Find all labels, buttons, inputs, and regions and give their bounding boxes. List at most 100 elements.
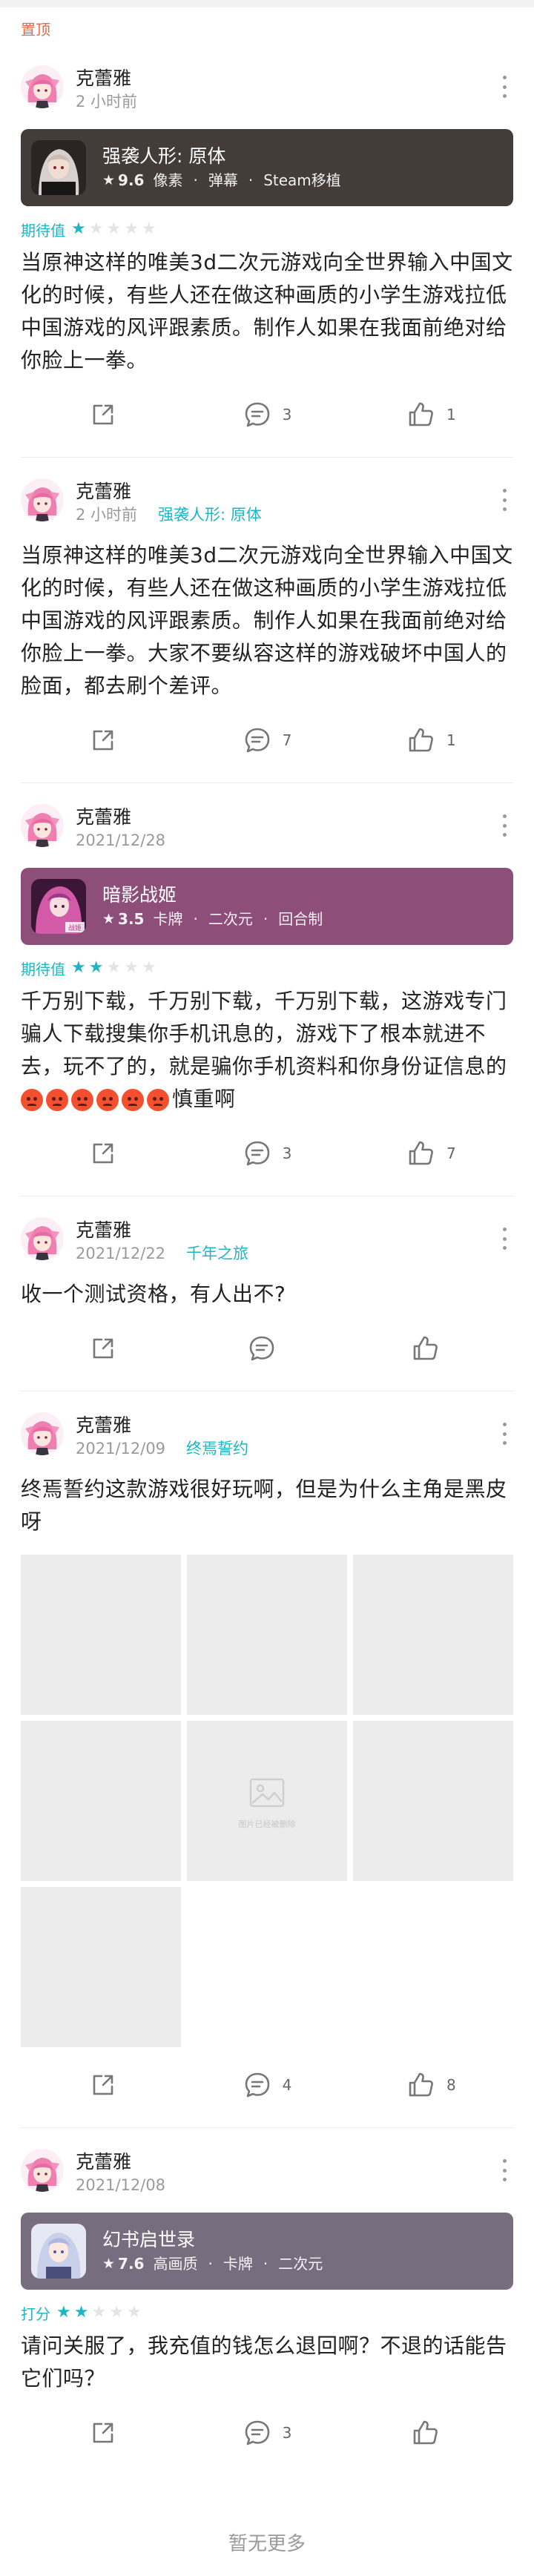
game-card[interactable]: 战姬 暗影战姬 ★ 3.5 卡牌 · 二次元 · 回合制 [21,868,513,945]
game-card[interactable]: 幻书启世录 ★ 7.6 高画质 · 卡牌 · 二次元 [21,2213,513,2290]
action-bar: 3 1 [21,390,513,439]
review-content[interactable]: 当原神这样的唯美3d二次元游戏向全世界输入中国文化的时候，有些人还在做这种画质的… [21,539,513,702]
image-icon [222,1772,312,1814]
game-tag: 卡牌 [222,2255,253,2273]
more-vertical-icon[interactable] [501,1423,507,1445]
avatar[interactable] [21,804,64,847]
like-button[interactable] [349,2418,513,2448]
like-button[interactable] [349,1334,513,1363]
like-count: 1 [446,731,456,749]
comment-button[interactable]: 3 [185,1139,349,1168]
avatar[interactable] [21,478,64,521]
like-button[interactable]: 1 [349,400,513,429]
game-link[interactable]: 强袭人形: 原体 [158,504,262,526]
share-button[interactable] [21,2070,185,2100]
author-name[interactable]: 克蕾雅 [76,2150,165,2174]
comment-button[interactable]: 7 [185,725,349,755]
image-thumbnail[interactable] [187,1555,347,1715]
star-icon: ★ [109,2303,124,2322]
more-vertical-icon[interactable] [501,76,507,98]
review-post: 克蕾雅 2 小时前 强袭人形: 原体 当原神这样的唯美3d二次元游戏向全世界输入… [0,458,534,783]
game-tag: 回合制 [278,910,323,928]
share-button[interactable] [21,400,185,429]
more-vertical-icon[interactable] [501,814,507,837]
like-count: 1 [446,406,456,424]
author-block: 克蕾雅 2 小时前 [76,65,137,113]
comment-button[interactable] [185,1334,349,1363]
avatar[interactable] [21,1412,64,1455]
like-button[interactable]: 8 [349,2070,513,2100]
star-icon: ★ [124,958,139,977]
game-score: 3.5 [118,910,145,928]
review-content[interactable]: 当原神这样的唯美3d二次元游戏向全世界输入中国文化的时候，有些人还在做这种画质的… [21,246,513,377]
more-vertical-icon[interactable] [501,489,507,511]
share-button[interactable] [21,725,185,755]
star-icon: ★ [71,220,86,238]
comment-button[interactable]: 3 [185,400,349,429]
rating-label: 期待值 [21,960,65,978]
image-thumbnail[interactable] [353,1555,513,1715]
image-placeholder: 图片已经被删除 [222,1772,312,1830]
comment-icon [243,2070,272,2100]
like-button[interactable]: 7 [349,1139,513,1168]
game-tag: 二次元 [278,2255,323,2273]
more-vertical-icon[interactable] [501,1228,507,1250]
angry-face-icon [21,1089,43,1111]
share-icon [88,1139,118,1168]
share-button[interactable] [21,1139,185,1168]
star-icon: ★ [102,172,116,188]
image-thumbnail[interactable] [353,1721,513,1881]
thumbs-up-icon [406,725,436,755]
rating-label: 打分 [21,2305,50,2323]
avatar[interactable] [21,1217,64,1260]
post-header: 克蕾雅 2 小时前 [21,65,513,119]
rating-stars: ★ ★ ★ ★ ★ [71,221,156,237]
comment-icon [243,1139,272,1168]
game-info: 暗影战姬 ★ 3.5 卡牌 · 二次元 · 回合制 [102,883,323,930]
image-thumbnail[interactable] [21,1721,181,1881]
review-text: 终焉誓约这款游戏很好玩啊，但是为什么主角是黑皮呀 [21,1477,507,1534]
author-block: 克蕾雅 2021/12/28 [76,804,165,851]
image-thumbnail[interactable]: 图片已经被删除 [187,1721,347,1881]
angry-face-icon [71,1089,93,1111]
angry-face-icon [147,1089,169,1111]
image-thumbnail[interactable] [21,1555,181,1715]
post-meta: 2 小时前 [76,90,137,113]
game-tag: 像素 [153,171,183,189]
review-content[interactable]: 收一个测试资格，有人出不? [21,1278,513,1311]
no-more-text: 暂无更多 [228,2533,306,2555]
author-name[interactable]: 克蕾雅 [76,806,165,829]
author-name[interactable]: 克蕾雅 [76,1219,248,1242]
thumbs-up-icon [411,1334,441,1363]
image-placeholder-text: 图片已经被删除 [238,1819,296,1829]
review-post: 克蕾雅 2021/12/08 幻书启世录 ★ 7.6 高画质 · 卡牌 · 二次元 [0,2128,534,2457]
game-card[interactable]: 强袭人形: 原体 ★ 9.6 像素 · 弹幕 · Steam移植 [21,129,513,206]
game-link[interactable]: 终焉誓约 [186,1437,248,1460]
review-content[interactable]: 千万别下载，千万别下载，千万别下载，这游戏专门骗人下载搜集你手机讯息的，游戏下了… [21,985,513,1116]
pinned-label: 置顶 [21,21,50,39]
comment-button[interactable]: 4 [185,2070,349,2100]
author-name[interactable]: 克蕾雅 [76,480,262,504]
thumbs-up-icon [406,2070,436,2100]
like-button[interactable]: 1 [349,725,513,755]
rating-stars: ★ ★ ★ ★ ★ [71,960,156,976]
review-post: 克蕾雅 2021/12/09 终焉誓约 终焉誓约这款游戏很好玩啊，但是为什么主角… [0,1391,534,2128]
review-content[interactable]: 终焉誓约这款游戏很好玩啊，但是为什么主角是黑皮呀 [21,1473,513,1538]
more-vertical-icon[interactable] [501,2159,507,2181]
review-content[interactable]: 请问关服了，我充值的钱怎么退回啊？不退的话能告它们吗？ [21,2330,513,2395]
game-link[interactable]: 千年之旅 [186,1242,248,1265]
share-button[interactable] [21,1334,185,1363]
star-icon: ★ [56,2303,71,2322]
image-thumbnail[interactable] [21,1887,181,2047]
author-name[interactable]: 克蕾雅 [76,1414,248,1437]
comment-button[interactable]: 3 [185,2418,349,2448]
star-icon: ★ [102,911,116,927]
star-icon: ★ [124,220,139,238]
avatar[interactable] [21,2149,64,2192]
avatar[interactable] [21,65,64,108]
comment-icon [247,1334,277,1363]
review-feed: 克蕾雅 2 小时前 强袭人形: 原体 ★ 9.6 像素 · 弹幕 · Steam移植 [0,45,534,2457]
share-button[interactable] [21,2418,185,2448]
game-tags: ★ 3.5 卡牌 · 二次元 · 回合制 [102,908,323,930]
author-name[interactable]: 克蕾雅 [76,67,137,90]
